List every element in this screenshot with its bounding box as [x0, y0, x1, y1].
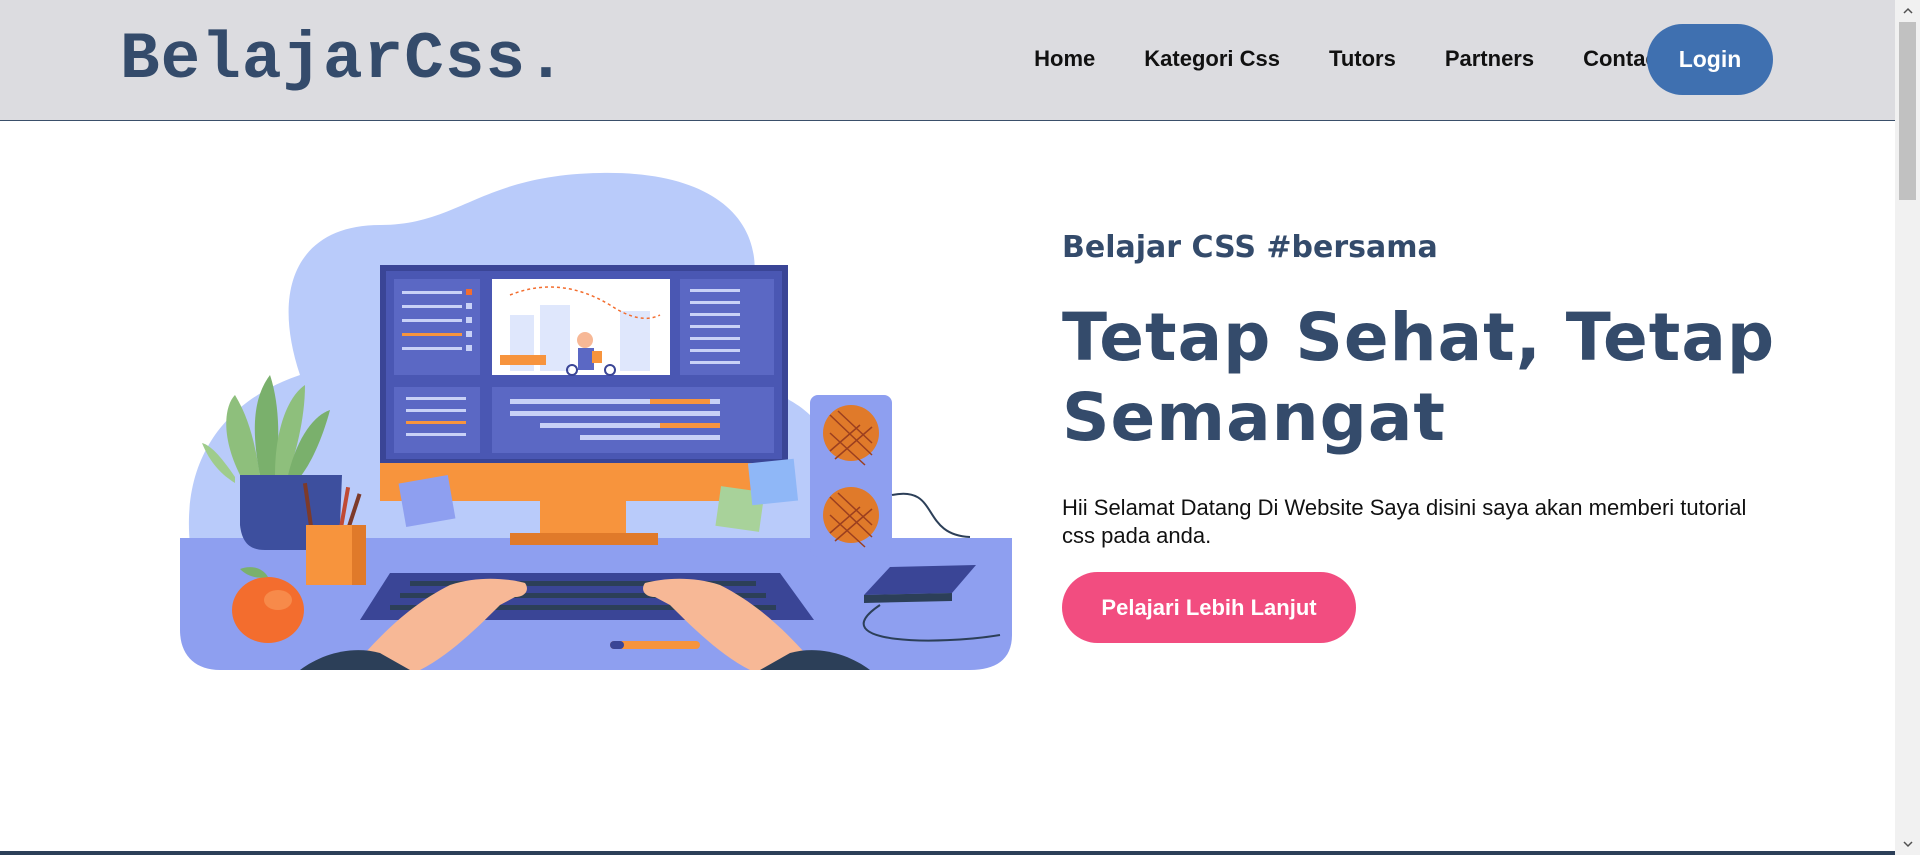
- chevron-down-icon[interactable]: [1895, 833, 1920, 855]
- nav-link-tutors[interactable]: Tutors: [1329, 46, 1396, 72]
- hero-headline: Tetap Sehat, Tetap Semangat: [1062, 299, 1776, 456]
- speaker-cable: [891, 492, 971, 538]
- learn-more-button[interactable]: Pelajari Lebih Lanjut: [1062, 572, 1356, 643]
- hero-subtitle: Belajar CSS #bersama: [1062, 230, 1438, 265]
- speaker-icon: [810, 395, 892, 557]
- page-bottom-divider: [0, 851, 1895, 855]
- nav-link-kategori-css[interactable]: Kategori Css: [1144, 46, 1280, 72]
- site-logo[interactable]: BelajarCss.: [120, 22, 567, 98]
- pen-icon: [610, 641, 700, 649]
- vertical-scrollbar[interactable]: [1895, 0, 1920, 855]
- nav-link-partners[interactable]: Partners: [1445, 46, 1534, 72]
- sticky-note-blue: [398, 474, 456, 528]
- sticky-note-lightblue: [747, 458, 799, 506]
- hero-description: Hii Selamat Datang Di Website Saya disin…: [1062, 495, 1747, 548]
- login-button[interactable]: Login: [1647, 24, 1773, 95]
- main-nav: Home Kategori Css Tutors Partners Contac…: [1034, 46, 1665, 72]
- scrollbar-thumb[interactable]: [1899, 22, 1916, 200]
- navbar: BelajarCss. Home Kategori Css Tutors Par…: [0, 0, 1895, 121]
- nav-link-home[interactable]: Home: [1034, 46, 1095, 72]
- hero-illustration: [180, 165, 1020, 685]
- chevron-up-icon[interactable]: [1895, 0, 1920, 22]
- computer-desk-illustration: [180, 172, 1012, 670]
